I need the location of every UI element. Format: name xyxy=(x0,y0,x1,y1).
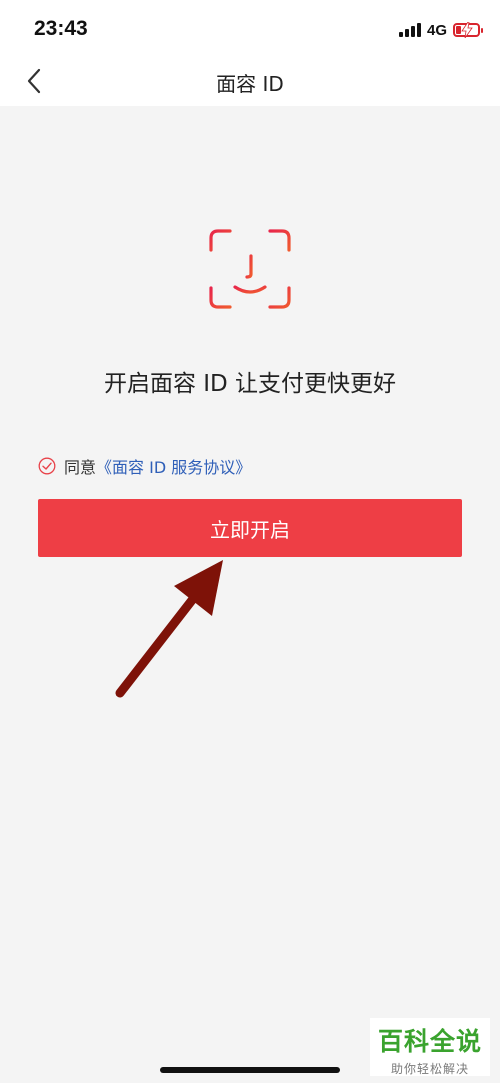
watermark-subtitle: 助你轻松解决 xyxy=(390,1062,469,1076)
home-indicator xyxy=(160,1067,340,1073)
agreement-row: 同意 《面容 ID 服务协议》 xyxy=(38,454,251,478)
nav-bar: 面容 ID xyxy=(0,58,500,106)
arrow-pointer-icon xyxy=(115,560,223,698)
agreement-link[interactable]: 《面容 ID 服务协议》 xyxy=(96,454,251,478)
network-type: 4G xyxy=(426,21,447,39)
enable-face-id-button[interactable]: 立即开启 xyxy=(38,499,462,557)
status-bar: 23:43 4G xyxy=(0,0,500,58)
signal-bars-icon xyxy=(398,23,421,37)
battery-charging-icon xyxy=(453,22,483,38)
status-time: 23:43 xyxy=(34,17,88,40)
status-indicators: 4G xyxy=(398,20,483,40)
charging-bolt-icon xyxy=(461,22,473,38)
agreement-prefix: 同意 xyxy=(64,458,97,477)
battery-level-fill xyxy=(456,26,461,34)
face-id-icon xyxy=(209,229,291,309)
page-title: 面容 ID xyxy=(216,72,284,96)
watermark-logo: 百科全说 助你轻松解决 xyxy=(370,1018,490,1076)
check-circle-icon[interactable] xyxy=(38,457,56,475)
headline: 开启面容 ID 让支付更快更好 xyxy=(103,371,397,397)
watermark-title: 百科全说 xyxy=(377,1027,482,1056)
